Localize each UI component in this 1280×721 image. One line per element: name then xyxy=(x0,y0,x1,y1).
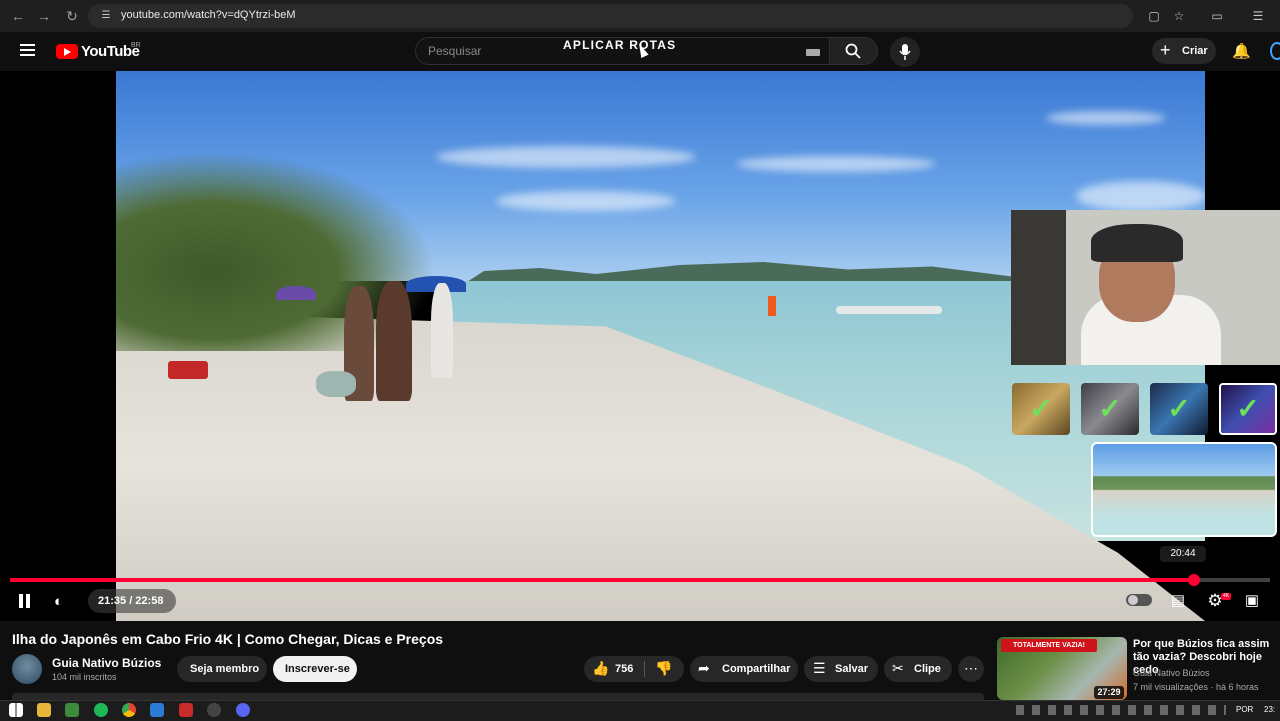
stream-overlay-title: APLICAR ROTAS xyxy=(563,38,677,52)
seek-preview-time: 20:44 xyxy=(1160,546,1206,562)
quality-badge: 4K xyxy=(1221,593,1231,600)
taskbar-clock[interactable]: 23: xyxy=(1264,705,1275,714)
app-icon[interactable] xyxy=(150,703,164,717)
beach-bag xyxy=(316,371,356,397)
autoplay-toggle[interactable] xyxy=(1126,594,1152,606)
subscribe-label[interactable]: Inscrever-se xyxy=(285,663,350,675)
route-thumbnail-1: ✓ xyxy=(1012,383,1070,435)
clip-label[interactable]: Clipe xyxy=(914,663,941,675)
search-icon xyxy=(845,43,861,59)
scrubber-handle[interactable] xyxy=(1188,574,1200,586)
streamer-cap xyxy=(1091,224,1183,262)
channel-name[interactable]: Guia Nativo Búzios xyxy=(52,656,161,670)
progress-played[interactable] xyxy=(10,578,1194,582)
discord-icon[interactable] xyxy=(236,703,250,717)
keyboard-language[interactable]: POR xyxy=(1236,705,1253,714)
recommended-meta: 7 mil visualizações · há 6 horas xyxy=(1133,682,1259,692)
windows-start-icon[interactable] xyxy=(9,703,23,717)
subtitles-icon[interactable]: ▤ xyxy=(1168,591,1188,611)
subscriber-count: 104 mil inscritos xyxy=(52,672,117,682)
channel-avatar[interactable] xyxy=(12,654,42,684)
person xyxy=(431,283,453,378)
cloud xyxy=(736,156,936,172)
volume-icon[interactable]: ◐ xyxy=(54,593,63,610)
cloud xyxy=(1076,181,1205,211)
back-icon[interactable]: ← xyxy=(8,6,28,26)
chrome-icon[interactable] xyxy=(122,703,136,717)
bookmark-star-icon[interactable]: ☆ xyxy=(1171,8,1187,24)
person xyxy=(768,296,776,316)
route-thumbnail-4: ✓ xyxy=(1219,383,1277,435)
join-label[interactable]: Seja membro xyxy=(190,663,259,675)
share-icon: ➦ xyxy=(698,660,710,676)
search-placeholder[interactable]: Pesquisar xyxy=(428,44,481,58)
app-icon[interactable] xyxy=(179,703,193,717)
cloud xyxy=(436,146,696,168)
theater-mode-icon[interactable]: ▣ xyxy=(1242,591,1262,611)
voice-search-button[interactable] xyxy=(890,37,920,67)
obs-icon[interactable] xyxy=(207,703,221,717)
webcam-overlay xyxy=(1011,210,1280,365)
save-icon: ☰ xyxy=(813,660,826,676)
share-label[interactable]: Compartilhar xyxy=(722,663,790,675)
system-tray-icons[interactable] xyxy=(1016,705,1226,715)
like-count[interactable]: 756 xyxy=(615,663,633,675)
divider xyxy=(644,661,645,677)
umbrella xyxy=(276,286,316,300)
notifications-bell-icon[interactable]: 🔔 xyxy=(1232,42,1251,60)
time-display[interactable]: 21:35 / 22:58 xyxy=(98,595,163,607)
keyboard-icon[interactable] xyxy=(806,49,820,56)
check-icon: ✓ xyxy=(1236,393,1260,424)
route-thumbnail-2: ✓ xyxy=(1081,383,1139,435)
plus-icon: + xyxy=(1160,40,1171,60)
app-icon[interactable] xyxy=(65,703,79,717)
url-text[interactable]: youtube.com/watch?v=dQYtrzi-beM xyxy=(121,9,296,21)
recommended-duration: 27:29 xyxy=(1094,686,1124,699)
cloud xyxy=(1046,111,1166,125)
spotify-icon[interactable] xyxy=(94,703,108,717)
check-icon: ✓ xyxy=(1029,393,1053,424)
route-thumbnail-3: ✓ xyxy=(1150,383,1208,435)
dislike-icon[interactable]: 👎 xyxy=(655,660,672,677)
boat xyxy=(836,306,942,314)
install-app-icon[interactable]: ▢ xyxy=(1146,8,1162,24)
more-actions-icon[interactable]: ⋯ xyxy=(958,656,984,682)
cooler xyxy=(168,361,208,379)
menu-icon[interactable] xyxy=(20,44,35,56)
account-avatar[interactable] xyxy=(1270,42,1280,60)
country-code: BR xyxy=(131,42,141,49)
media-control-icon[interactable]: ☰ xyxy=(1250,8,1266,24)
recommended-channel[interactable]: Guia Nativo Búzios xyxy=(1133,668,1210,678)
reload-icon[interactable]: ↻ xyxy=(62,6,82,26)
microphone-icon xyxy=(899,44,911,60)
person xyxy=(376,281,412,401)
cabinet xyxy=(1011,210,1066,365)
thumbnail-badge: TOTALMENTE VAZIA! xyxy=(1001,639,1097,652)
create-label[interactable]: Criar xyxy=(1182,45,1208,57)
forward-icon[interactable]: → xyxy=(34,6,54,26)
pause-icon[interactable] xyxy=(18,594,32,608)
like-icon[interactable]: 👍 xyxy=(592,660,609,677)
seek-preview-thumbnail xyxy=(1091,442,1277,537)
extensions-icon[interactable]: ▭ xyxy=(1209,8,1225,24)
search-button[interactable] xyxy=(830,37,878,65)
save-label[interactable]: Salvar xyxy=(835,663,868,675)
check-icon: ✓ xyxy=(1167,393,1191,424)
video-title: Ilha do Japonês em Cabo Frio 4K | Como C… xyxy=(12,631,444,647)
scissors-icon: ✂ xyxy=(892,660,904,676)
site-settings-icon[interactable]: ☰ xyxy=(98,8,114,24)
youtube-logo-icon[interactable] xyxy=(56,44,78,59)
check-icon: ✓ xyxy=(1098,393,1122,424)
cloud xyxy=(496,191,676,211)
file-explorer-icon[interactable] xyxy=(37,703,51,717)
